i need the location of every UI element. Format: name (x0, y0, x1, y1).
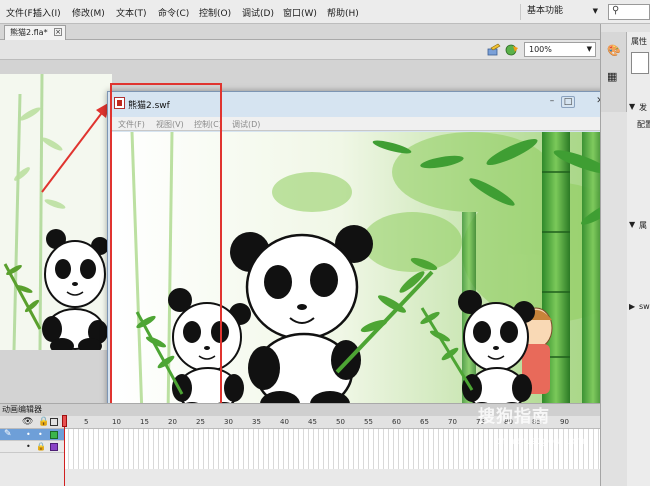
dot-icon[interactable]: • (26, 442, 31, 451)
chevron-down-icon: ▼ (586, 45, 592, 53)
section-label: 属 (639, 221, 647, 230)
zoom-select[interactable]: 100% ▼ (524, 42, 596, 57)
frame-number: 15 (140, 418, 149, 426)
lock-icon[interactable]: 🔒 (36, 442, 46, 451)
color-swatches-icon[interactable]: 🎨 (607, 44, 621, 57)
workspace-label: 基本功能 (527, 6, 564, 16)
document-tab-label: 熊猫2.fla* (10, 28, 48, 37)
frame-number: 40 (280, 418, 289, 426)
menu-insert[interactable]: 插入(I) (33, 6, 61, 19)
highlight-box (110, 83, 222, 411)
section-label: 配置 (637, 120, 650, 129)
frame-number: 70 (448, 418, 457, 426)
right-panel: 🎨 ▦ 属性 ▼ 发 配置 ▼ 属 ▶ sw (600, 24, 650, 486)
pencil-icon: ✎ (4, 429, 12, 439)
align-icon[interactable]: ▦ (607, 70, 617, 83)
section-label: sw (639, 302, 650, 311)
frame-number: 45 (308, 418, 317, 426)
section-label: 发 (639, 103, 647, 112)
dot-icon[interactable]: • (38, 430, 43, 439)
layer-row[interactable]: ✎ • • (0, 429, 64, 441)
frame-number: 90 (560, 418, 569, 426)
document-thumbnail (631, 52, 649, 74)
menu-bar: 文件(F) 插入(I) 修改(M) 文本(T) 命令(C) 控制(O) 调试(D… (0, 0, 650, 24)
eye-icon[interactable]: 👁 (22, 417, 33, 427)
frame-number: 25 (196, 418, 205, 426)
outline-icon[interactable] (50, 418, 58, 426)
menu-window[interactable]: 窗口(W) (283, 6, 317, 19)
frame-number: 5 (84, 418, 89, 426)
frame-number: 65 (420, 418, 429, 426)
menu-modify[interactable]: 修改(M) (72, 6, 105, 19)
menu-control[interactable]: 控制(O) (199, 6, 231, 19)
properties-panel: 属性 ▼ 发 配置 ▼ 属 ▶ sw (627, 32, 650, 486)
menu-file[interactable]: 文件(F) (6, 6, 36, 19)
layer-row[interactable]: • 🔒 (0, 441, 64, 453)
menu-commands[interactable]: 命令(C) (158, 6, 189, 19)
maximize-button[interactable]: □ (561, 96, 575, 108)
menu-debug[interactable]: 调试(D) (242, 6, 274, 19)
edit-symbol-icon[interactable] (505, 43, 519, 56)
search-input[interactable]: ⚲ (608, 4, 650, 20)
frame-number: 30 (224, 418, 233, 426)
frame-number: 55 (364, 418, 373, 426)
frame-number: 20 (168, 418, 177, 426)
search-icon: ⚲ (612, 5, 620, 16)
lock-icon[interactable]: 🔒 (38, 417, 49, 427)
frame-grid[interactable] (64, 429, 600, 469)
zoom-value: 100% (529, 45, 552, 54)
edit-scene-icon[interactable] (487, 43, 501, 56)
document-tab-bar: 熊猫2.fla* × (0, 24, 600, 40)
minimize-button[interactable]: – (545, 96, 559, 108)
frame-number: 50 (336, 418, 345, 426)
player-menu-debug[interactable]: 调试(D) (232, 119, 260, 130)
chevron-right-icon[interactable]: ▶ (629, 302, 635, 311)
layer-color-swatch[interactable] (50, 431, 58, 439)
properties-tab-label[interactable]: 属性 (631, 36, 647, 47)
frame-number: 10 (112, 418, 121, 426)
close-icon[interactable]: × (54, 28, 62, 36)
menu-text[interactable]: 文本(T) (116, 6, 147, 19)
edit-bar: 100% ▼ (0, 40, 600, 60)
dot-icon[interactable]: • (26, 430, 31, 439)
chevron-down-icon[interactable]: ▼ (629, 102, 635, 111)
frame-number: 60 (392, 418, 401, 426)
workspace-switcher[interactable]: 基本功能 ▼ (520, 4, 602, 20)
watermark: 搜狗指南 (478, 407, 550, 427)
menu-help[interactable]: 帮助(H) (327, 6, 359, 19)
chevron-down-icon: ▼ (592, 7, 598, 15)
document-tab[interactable]: 熊猫2.fla* × (4, 25, 66, 40)
playhead[interactable] (62, 415, 67, 486)
chevron-down-icon[interactable]: ▼ (629, 220, 635, 229)
tools-strip: 🎨 ▦ (601, 32, 627, 112)
frame-number: 35 (252, 418, 261, 426)
pointer-arrow (41, 102, 110, 193)
layer-color-swatch[interactable] (50, 443, 58, 451)
watermark-url: zhinan.sogou.com (494, 436, 586, 447)
